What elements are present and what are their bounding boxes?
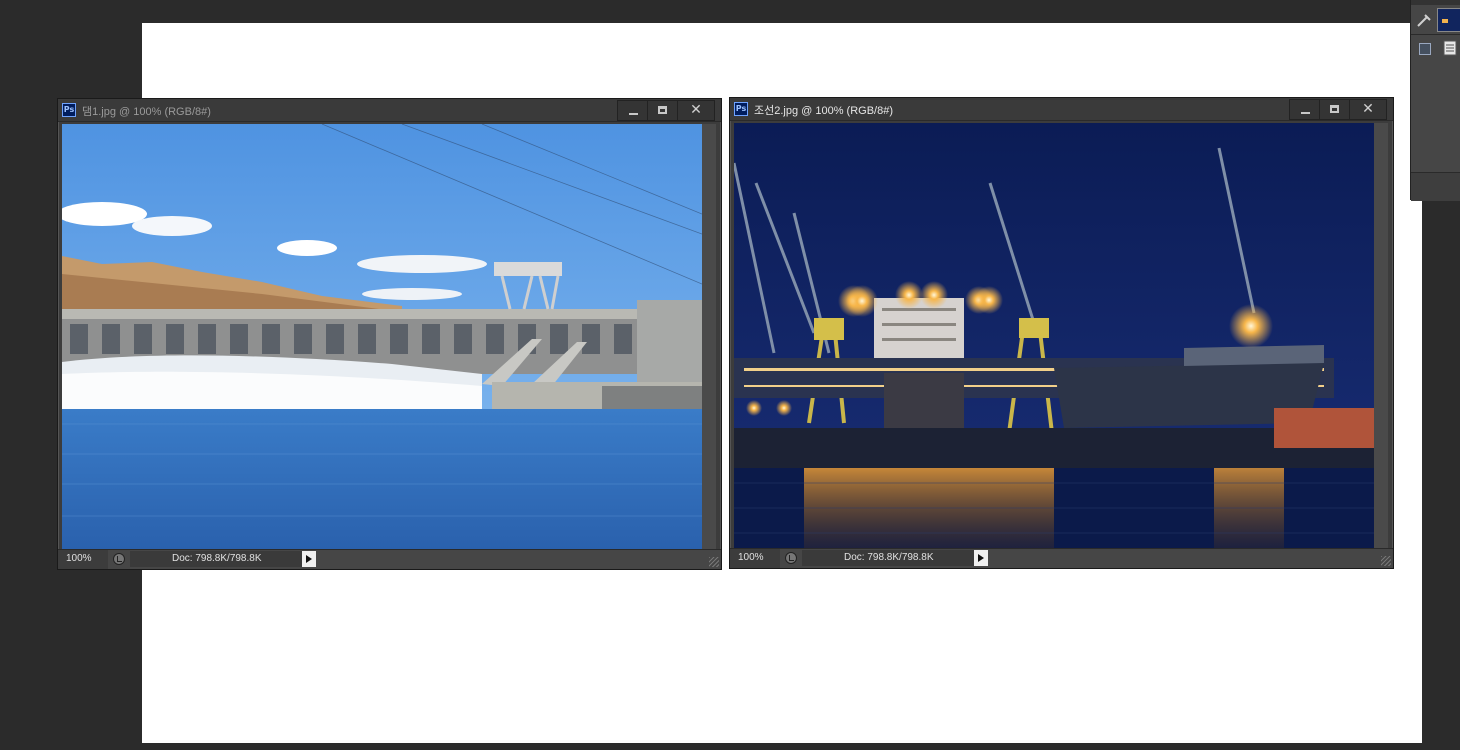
title-bar[interactable]: Ps 댐1.jpg @ 100% (RGB/8#) ✕	[58, 99, 721, 122]
panel-divider	[1411, 34, 1460, 35]
close-button[interactable]: ✕	[678, 101, 714, 120]
minimize-icon	[1301, 112, 1310, 114]
document-window-shipyard[interactable]: Ps 조선2.jpg @ 100% (RGB/8#) ✕ 100% Doc: 7…	[729, 97, 1394, 569]
window-controls: ✕	[1289, 99, 1387, 120]
maximize-icon	[658, 106, 667, 114]
status-menu-arrow-icon[interactable]	[974, 550, 988, 566]
resize-grip-icon[interactable]	[1381, 556, 1391, 566]
maximize-button[interactable]	[1320, 100, 1350, 119]
close-icon: ✕	[690, 102, 702, 118]
document-title: 조선2.jpg @ 100% (RGB/8#)	[754, 105, 894, 117]
panel-dock	[1410, 0, 1460, 201]
photoshop-icon: Ps	[734, 102, 748, 116]
status-menu-arrow-icon[interactable]	[302, 551, 316, 567]
minimize-button[interactable]	[1290, 100, 1320, 119]
dam-image[interactable]	[62, 124, 702, 549]
panel-footer	[1411, 172, 1460, 201]
resize-grip-icon[interactable]	[709, 557, 719, 567]
tool-preset-icon[interactable]	[1415, 12, 1433, 30]
vertical-scrollbar[interactable]	[702, 124, 716, 549]
shipyard-image[interactable]	[734, 123, 1374, 548]
document-window-dam[interactable]: Ps 댐1.jpg @ 100% (RGB/8#) ✕ 100% Doc: 79…	[57, 98, 722, 570]
status-bar: 100% Doc: 798.8K/798.8K	[730, 548, 1393, 568]
vertical-scrollbar[interactable]	[1374, 123, 1388, 548]
title-bar[interactable]: Ps 조선2.jpg @ 100% (RGB/8#) ✕	[730, 98, 1393, 121]
document-title: 댐1.jpg @ 100% (RGB/8#)	[82, 106, 211, 118]
close-button[interactable]: ✕	[1350, 100, 1386, 119]
zoom-level[interactable]: 100%	[58, 550, 108, 569]
history-icon[interactable]	[113, 553, 125, 565]
checkbox-icon[interactable]	[1419, 43, 1431, 55]
document-icon[interactable]	[1443, 40, 1457, 56]
minimize-button[interactable]	[618, 101, 648, 120]
window-controls: ✕	[617, 100, 715, 121]
zoom-level[interactable]: 100%	[730, 549, 780, 568]
layer-thumbnail[interactable]	[1437, 8, 1460, 32]
document-size-info: Doc: 798.8K/798.8K	[130, 551, 302, 567]
document-size-info: Doc: 798.8K/798.8K	[802, 550, 974, 566]
minimize-icon	[629, 113, 638, 115]
maximize-button[interactable]	[648, 101, 678, 120]
status-bar: 100% Doc: 798.8K/798.8K	[58, 549, 721, 569]
close-icon: ✕	[1362, 101, 1374, 117]
history-icon[interactable]	[785, 552, 797, 564]
photoshop-icon: Ps	[62, 103, 76, 117]
maximize-icon	[1330, 105, 1339, 113]
